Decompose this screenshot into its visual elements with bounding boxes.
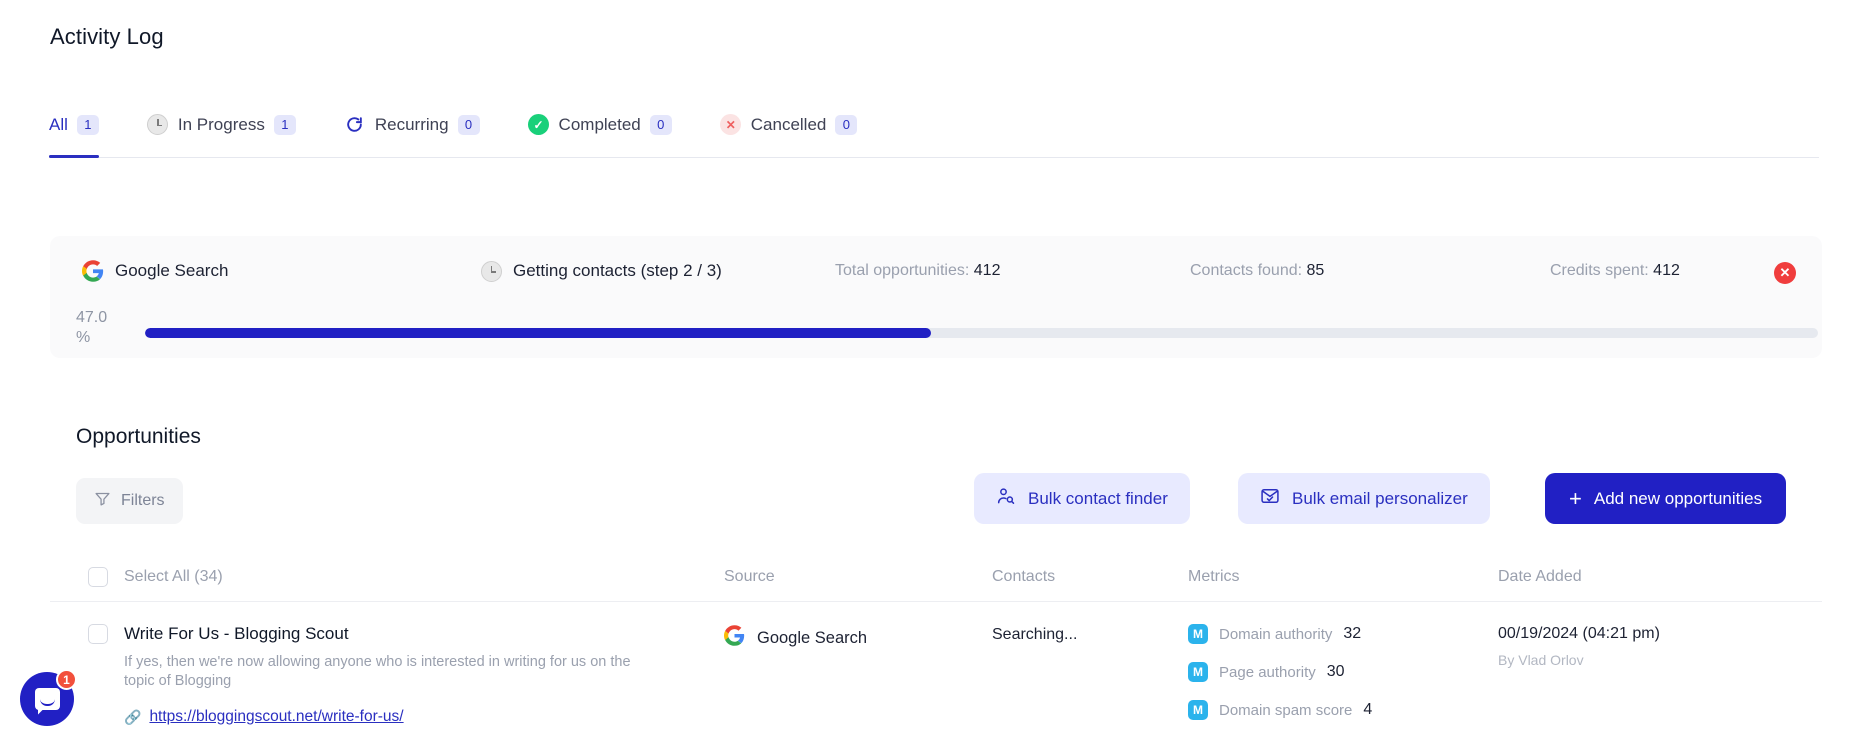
metric-domain-spam-score-value: 4	[1363, 701, 1373, 718]
chat-bubble-icon	[34, 688, 60, 710]
column-header-metrics: Metrics	[1188, 567, 1240, 585]
link-icon: 🔗	[124, 708, 142, 725]
stat-contacts-found-value: 85	[1306, 262, 1325, 279]
tab-cancelled[interactable]: ✕ Cancelled 0	[720, 96, 858, 157]
table-header-row: Select All (34) Source Contacts Metrics …	[50, 552, 1822, 602]
metric-domain-authority: M Domain authority 32	[1188, 624, 1498, 644]
opportunity-link[interactable]: https://bloggingscout.net/write-for-us/	[149, 708, 403, 726]
x-circle-icon: ✕	[720, 114, 742, 136]
chat-unread-badge: 1	[56, 669, 77, 690]
bulk-email-personalizer-label: Bulk email personalizer	[1292, 488, 1468, 508]
filters-label: Filters	[121, 492, 165, 509]
funnel-icon	[94, 490, 111, 512]
row-name-cell: Write For Us - Blogging Scout If yes, th…	[88, 624, 724, 726]
user-search-icon	[996, 486, 1016, 511]
tab-in-progress[interactable]: In Progress 1	[147, 96, 296, 157]
stat-total-opportunities-value: 412	[973, 262, 1001, 279]
progress-source-label: Google Search	[115, 261, 229, 280]
opportunities-title: Opportunities	[76, 425, 201, 448]
activity-progress-card: Google Search Getting contacts (step 2 /…	[50, 236, 1822, 358]
bulk-contact-finder-button[interactable]: Bulk contact finder	[974, 473, 1190, 524]
metric-domain-authority-label: Domain authority	[1219, 625, 1333, 643]
moz-icon: M	[1188, 662, 1208, 682]
opportunities-table: Select All (34) Source Contacts Metrics …	[50, 552, 1822, 738]
refresh-icon	[344, 114, 366, 136]
opportunity-description: If yes, then we're now allowing anyone w…	[124, 654, 631, 689]
add-new-opportunities-button[interactable]: + Add new opportunities	[1545, 473, 1787, 524]
tab-completed-count: 0	[649, 114, 672, 135]
metric-page-authority-value: 30	[1326, 663, 1345, 680]
page-title: Activity Log	[50, 24, 164, 49]
progress-step: Getting contacts (step 2 / 3)	[480, 260, 722, 282]
tab-completed-label: Completed	[558, 114, 641, 134]
tab-cancelled-count: 0	[835, 114, 858, 135]
activity-log-page: Activity Log All 1 In Progress 1 Recurri…	[0, 0, 1868, 744]
stat-total-opportunities: Total opportunities: 412	[835, 262, 1000, 280]
row-author: By Vlad Orlov	[1498, 652, 1584, 668]
chat-launcher-button[interactable]: 1	[20, 669, 77, 726]
progress-bar-fill	[145, 328, 932, 338]
bulk-email-personalizer-button[interactable]: Bulk email personalizer	[1238, 473, 1490, 524]
status-tabs: All 1 In Progress 1 Recurring 0 ✓ Comple…	[49, 96, 1819, 158]
tab-recurring-count: 0	[457, 114, 480, 135]
tab-in-progress-count: 1	[273, 114, 296, 135]
row-contacts-status: Searching...	[992, 626, 1078, 643]
progress-percent-label: 47.0 %	[76, 309, 108, 346]
clock-icon	[147, 114, 169, 136]
stat-credits-spent-value: 412	[1653, 262, 1680, 279]
row-source-cell: Google Search	[724, 624, 992, 651]
tab-completed[interactable]: ✓ Completed 0	[528, 96, 672, 157]
progress-bar-track	[145, 328, 1818, 338]
tab-cancelled-label: Cancelled	[750, 114, 827, 134]
tab-all[interactable]: All 1	[49, 96, 99, 158]
opportunity-title: Write For Us - Blogging Scout	[124, 624, 349, 643]
row-source-label: Google Search	[757, 628, 868, 647]
row-metrics-cell: M Domain authority 32 M Page authority 3…	[1188, 624, 1498, 738]
table-row[interactable]: Write For Us - Blogging Scout If yes, th…	[50, 602, 1822, 738]
clock-icon	[480, 260, 502, 282]
progress-source: Google Search	[82, 260, 228, 282]
bulk-contact-finder-label: Bulk contact finder	[1028, 488, 1168, 508]
google-icon	[82, 260, 104, 282]
metric-domain-spam-score: M Domain spam score 4	[1188, 700, 1498, 720]
row-date-value: 00/19/2024 (04:21 pm)	[1498, 625, 1660, 642]
moz-icon: M	[1188, 700, 1208, 720]
close-icon[interactable]: ✕	[1774, 262, 1796, 284]
mail-check-icon	[1260, 486, 1280, 511]
stat-contacts-found-label: Contacts found:	[1190, 262, 1303, 279]
tab-all-label: All	[49, 114, 68, 134]
metric-domain-authority-value: 32	[1343, 625, 1362, 642]
tab-recurring-label: Recurring	[374, 114, 449, 134]
select-all-checkbox[interactable]	[88, 566, 108, 587]
check-circle-icon: ✓	[528, 114, 550, 136]
tab-in-progress-label: In Progress	[177, 114, 265, 134]
progress-step-label: Getting contacts (step 2 / 3)	[513, 261, 722, 280]
stat-credits-spent: Credits spent: 412	[1550, 262, 1680, 280]
tab-all-count: 1	[76, 114, 99, 135]
column-header-contacts: Contacts	[992, 567, 1056, 585]
stat-contacts-found: Contacts found: 85	[1190, 262, 1324, 280]
stat-total-opportunities-label: Total opportunities:	[835, 262, 970, 279]
stat-credits-spent-label: Credits spent:	[1550, 262, 1649, 279]
moz-icon: M	[1188, 624, 1208, 644]
column-header-source: Source	[724, 567, 775, 585]
row-date-cell: 00/19/2024 (04:21 pm) By Vlad Orlov	[1498, 624, 1818, 668]
column-header-date-added: Date Added	[1498, 567, 1582, 585]
tab-recurring[interactable]: Recurring 0	[344, 96, 480, 157]
row-select-checkbox[interactable]	[88, 624, 108, 644]
metric-page-authority-label: Page authority	[1219, 663, 1316, 681]
filters-button[interactable]: Filters	[76, 478, 183, 524]
plus-icon: +	[1569, 485, 1582, 511]
metric-domain-spam-score-label: Domain spam score	[1219, 701, 1353, 719]
metric-page-authority: M Page authority 30	[1188, 662, 1498, 682]
google-icon	[724, 625, 745, 651]
add-new-opportunities-label: Add new opportunities	[1593, 488, 1763, 508]
select-all-label: Select All (34)	[124, 567, 223, 585]
